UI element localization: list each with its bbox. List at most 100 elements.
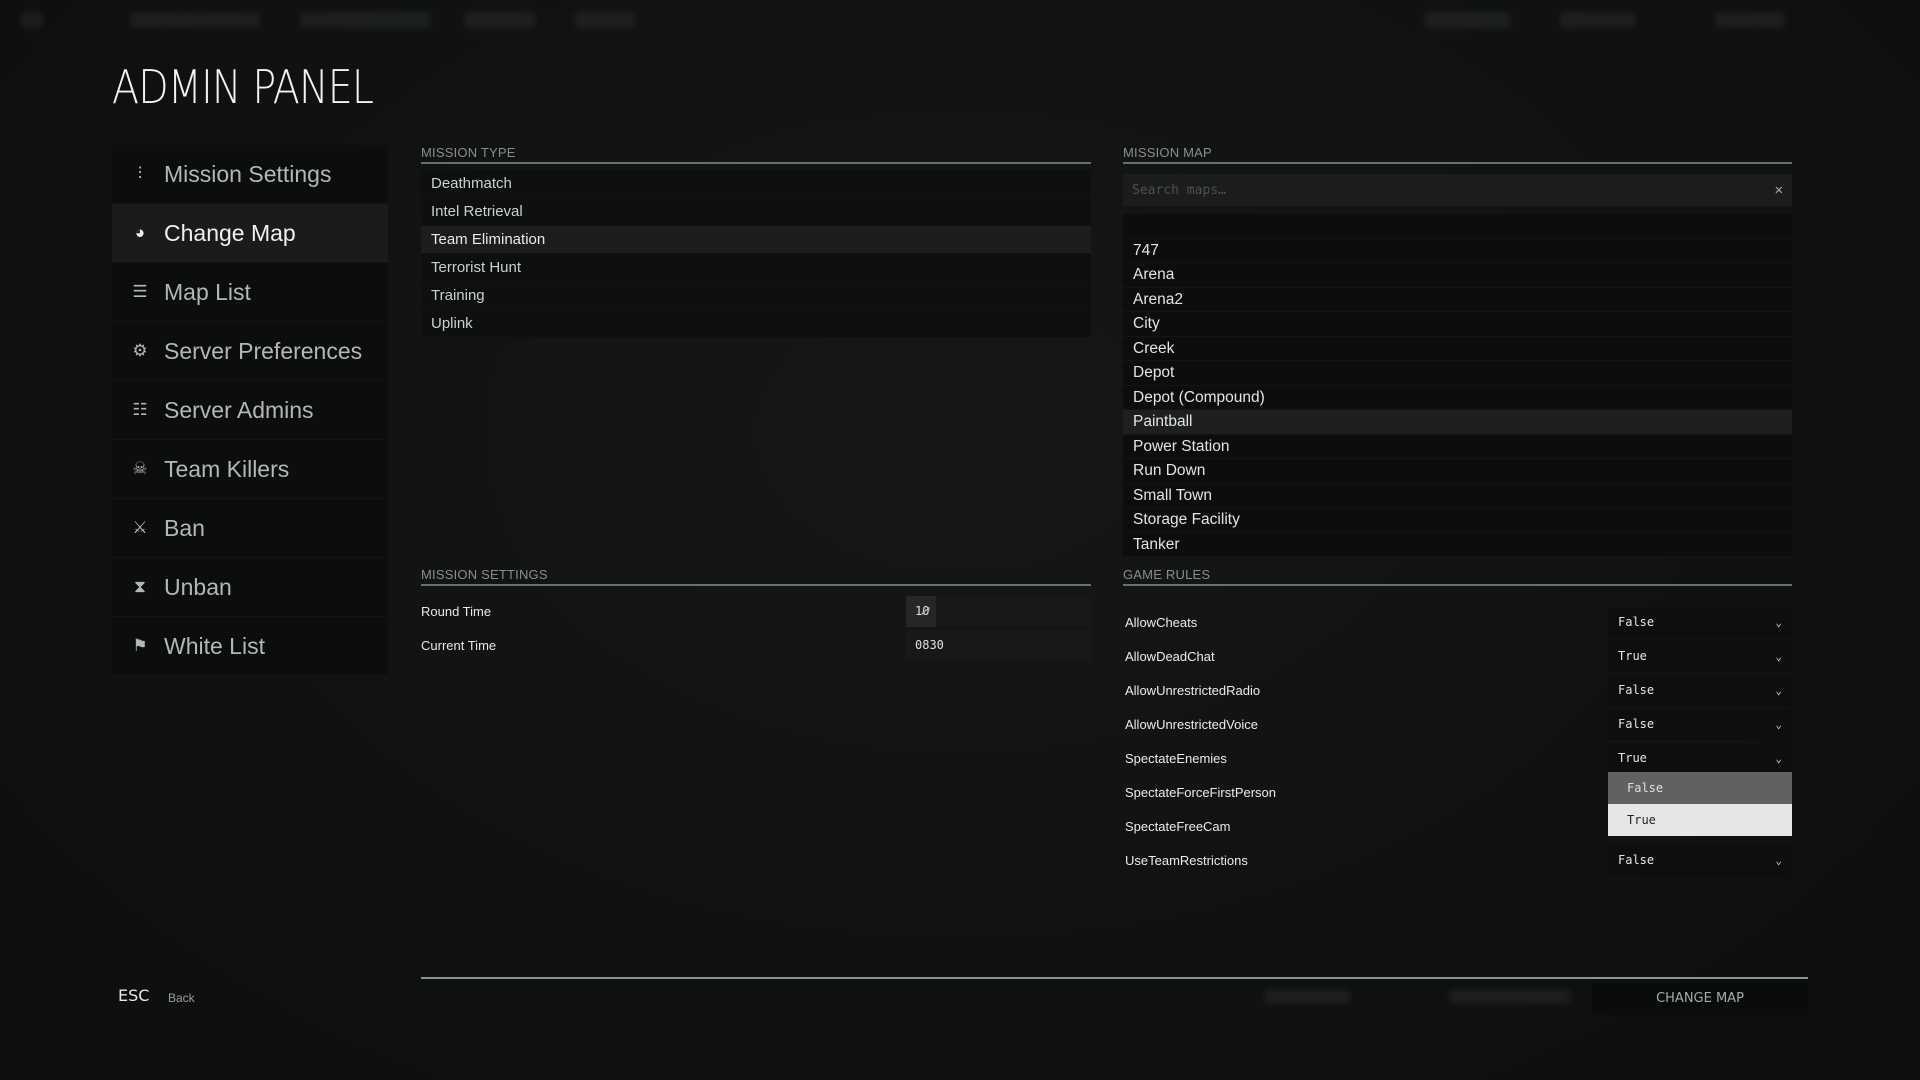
sidebar-item-ban[interactable]: ⚔ Ban [112, 499, 388, 558]
expand-icon[interactable]: ⤢ [921, 606, 929, 617]
game-rule-select[interactable]: False ⌄ [1608, 674, 1792, 706]
map-list-item[interactable]: Arena2 [1123, 288, 1792, 312]
mission-type-panel: MISSION TYPE Deathmatch Intel Retrieval Te… [421, 145, 1091, 338]
gear-icon: ⚙ [132, 341, 148, 360]
game-rule-select[interactable]: False ⌄ [1608, 606, 1792, 638]
map-list-item[interactable]: City [1123, 312, 1792, 337]
mission-type-heading: MISSION TYPE [421, 145, 1091, 164]
hourglass-icon: ⧗ [134, 577, 146, 596]
map-list-item[interactable]: Tanker [1123, 533, 1792, 557]
rule-dropdown-menu: False True [1608, 772, 1792, 836]
map-list-item[interactable]: Arena [1123, 263, 1792, 288]
map-search-input[interactable] [1132, 182, 1775, 198]
mission-type-item[interactable]: Uplink [421, 310, 1091, 338]
sidebar-item-label: Server Admins [164, 396, 314, 423]
game-rule-name: UseTeamRestrictions [1125, 852, 1248, 868]
change-map-button[interactable]: CHANGE MAP [1592, 983, 1808, 1015]
sidebar-item-white-list[interactable]: ⚑ White List [112, 617, 388, 676]
map-search-box: ✕ [1123, 174, 1792, 206]
clear-search-icon[interactable]: ✕ [1775, 182, 1783, 198]
sidebar-item-label: Mission Settings [164, 160, 332, 187]
game-rule-row: AllowUnrestrictedRadio False ⌄ [1123, 673, 1792, 707]
sidebar-nav: ⫶ Mission Settings ◕ Change Map ☰ Map List ⚙ Se… [112, 145, 388, 676]
top-navigation-bar-blurred [0, 0, 1920, 40]
list-icon: ☰ [132, 282, 148, 301]
current-time-label: Current Time [421, 637, 497, 653]
back-label[interactable]: Back [168, 991, 195, 1005]
ban-icon: ⚔ [132, 518, 148, 537]
game-rule-name: SpectateFreeCam [1125, 818, 1231, 834]
round-time-label: Round Time [421, 603, 492, 619]
game-rule-value: False [1618, 853, 1655, 867]
map-list-item[interactable]: Paintball [1123, 410, 1792, 435]
game-rule-value: False [1618, 615, 1655, 629]
game-rule-select[interactable]: False ⌄ [1608, 844, 1792, 876]
round-time-slider-input[interactable]: 10 ⤢ [906, 595, 1091, 627]
mission-type-item[interactable]: Intel Retrieval [421, 198, 1091, 226]
current-time-input[interactable]: 0830 [906, 629, 1091, 661]
team-killer-icon: ☠ [132, 459, 148, 478]
sidebar-item-label: Change Map [164, 219, 296, 246]
sidebar-item-server-admins[interactable]: ☷ Server Admins [112, 381, 388, 440]
game-rule-select[interactable]: False ⌄ [1608, 708, 1792, 740]
game-rule-name: SpectateEnemies [1125, 750, 1227, 766]
mission-type-item[interactable]: Team Elimination [421, 226, 1091, 254]
blurred-footer-action [1265, 990, 1350, 1004]
chevron-down-icon: ⌄ [1775, 717, 1782, 731]
current-time-row: Current Time 0830 [421, 628, 1091, 662]
sidebar-item-map-list[interactable]: ☰ Map List [112, 263, 388, 322]
mission-map-panel: MISSION MAP ✕ 747ArenaArena2CityCreekDep… [1123, 145, 1792, 557]
globe-icon: ◕ [134, 223, 146, 242]
map-list: 747 Arena Arena2 City Creek Depot Depot (Compo… [1123, 214, 1792, 557]
sidebar-item-label: Map List [164, 278, 251, 305]
sidebar-item-unban[interactable]: ⧗ Unban [112, 558, 388, 617]
game-rule-row: AllowUnrestrictedVoice False ⌄ [1123, 707, 1792, 741]
whitelist-icon: ⚑ [132, 636, 148, 655]
sidebar-item-team-killers[interactable]: ☠ Team Killers [112, 440, 388, 499]
mission-type-item[interactable]: Training [421, 282, 1091, 310]
map-list-item[interactable]: 747 [1123, 239, 1792, 263]
map-list-spacer [1123, 214, 1792, 239]
sidebar-item-label: Server Preferences [164, 337, 363, 364]
game-rule-name: SpectateForceFirstPerson [1125, 784, 1277, 800]
map-list-item[interactable]: Depot (Compound) [1123, 386, 1792, 410]
mission-type-list: Deathmatch Intel Retrieval Team Eliminatio… [421, 170, 1091, 338]
sidebar-item-change-map[interactable]: ◕ Change Map [112, 204, 388, 263]
game-rule-name: AllowUnrestrictedVoice [1125, 716, 1258, 732]
map-list-item[interactable]: Small Town [1123, 484, 1792, 508]
mission-type-item[interactable]: Terrorist Hunt [421, 254, 1091, 282]
game-rule-value: False [1618, 683, 1655, 697]
game-rules-heading: GAME RULES [1123, 567, 1792, 586]
game-rule-value: True [1618, 751, 1647, 765]
chevron-down-icon: ⌄ [1775, 853, 1782, 867]
current-time-value: 0830 [915, 638, 944, 652]
sidebar-item-label: Unban [164, 573, 232, 600]
map-list-item[interactable]: Creek [1123, 337, 1792, 361]
dropdown-option-false[interactable]: False [1608, 772, 1792, 804]
game-rule-name: AllowDeadChat [1125, 648, 1215, 664]
esc-key-hint[interactable]: ESC [118, 986, 149, 1005]
sidebar-item-label: Team Killers [164, 455, 290, 482]
sliders-icon: ⫶ [137, 164, 143, 183]
game-rule-row: SpectateEnemies True ⌄ [1123, 741, 1792, 775]
map-list-item[interactable]: Depot [1123, 361, 1792, 386]
game-rule-row: AllowCheats False ⌄ [1123, 605, 1792, 639]
game-rule-row: AllowDeadChat True ⌄ [1123, 639, 1792, 673]
map-list-item[interactable]: Storage Facility [1123, 508, 1792, 533]
map-list-item[interactable]: Run Down [1123, 459, 1792, 484]
game-rule-value: True [1618, 649, 1647, 663]
page-title: ADMIN PANEL [112, 60, 374, 114]
mission-type-item[interactable]: Deathmatch [421, 170, 1091, 198]
admins-icon: ☷ [132, 400, 148, 419]
mission-settings-panel: MISSION SETTINGS Round Time 10 ⤢ Current… [421, 567, 1091, 662]
sidebar-item-mission-settings[interactable]: ⫶ Mission Settings [112, 145, 388, 204]
chevron-down-icon: ⌄ [1775, 751, 1782, 765]
round-time-row: Round Time 10 ⤢ [421, 594, 1091, 628]
game-rule-name: AllowUnrestrictedRadio [1125, 682, 1261, 698]
sidebar-item-server-preferences[interactable]: ⚙ Server Preferences [112, 322, 388, 381]
chevron-down-icon: ⌄ [1775, 649, 1782, 663]
game-rule-select[interactable]: True ⌄ [1608, 640, 1792, 672]
map-list-item[interactable]: Power Station [1123, 435, 1792, 459]
dropdown-option-true[interactable]: True [1608, 804, 1792, 836]
game-rule-select[interactable]: True ⌄ [1608, 742, 1792, 774]
